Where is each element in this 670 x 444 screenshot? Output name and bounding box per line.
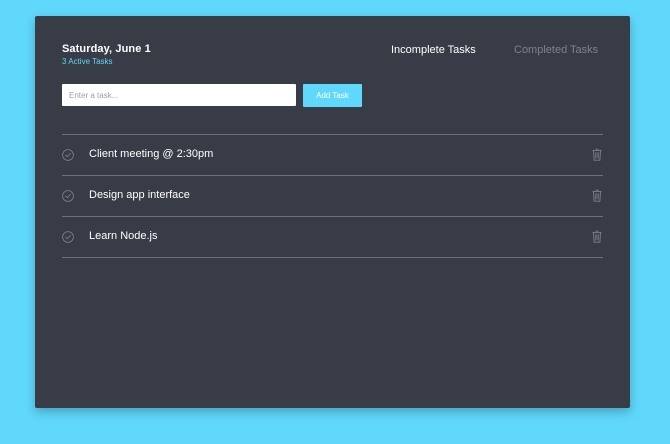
active-task-count: 3 Active Tasks (62, 57, 113, 66)
check-circle-icon[interactable] (62, 231, 74, 243)
todo-card: Saturday, June 1 3 Active Tasks Incomple… (35, 16, 630, 408)
current-date: Saturday, June 1 (62, 43, 151, 55)
check-circle-icon[interactable] (62, 149, 74, 161)
trash-icon[interactable] (592, 189, 602, 202)
task-row: Design app interface (62, 176, 603, 217)
task-input[interactable] (62, 84, 296, 106)
task-text: Design app interface (89, 189, 190, 201)
check-circle-icon[interactable] (62, 190, 74, 202)
tab-incomplete-tasks[interactable]: Incomplete Tasks (391, 44, 476, 56)
task-list: Client meeting @ 2:30pm Design app inter… (62, 134, 603, 258)
task-row: Learn Node.js (62, 217, 603, 258)
tab-completed-tasks[interactable]: Completed Tasks (514, 44, 598, 56)
trash-icon[interactable] (592, 148, 602, 161)
task-row: Client meeting @ 2:30pm (62, 135, 603, 176)
task-text: Client meeting @ 2:30pm (89, 148, 214, 160)
add-task-button[interactable]: Add Task (303, 84, 362, 107)
task-text: Learn Node.js (89, 230, 158, 242)
trash-icon[interactable] (592, 230, 602, 243)
